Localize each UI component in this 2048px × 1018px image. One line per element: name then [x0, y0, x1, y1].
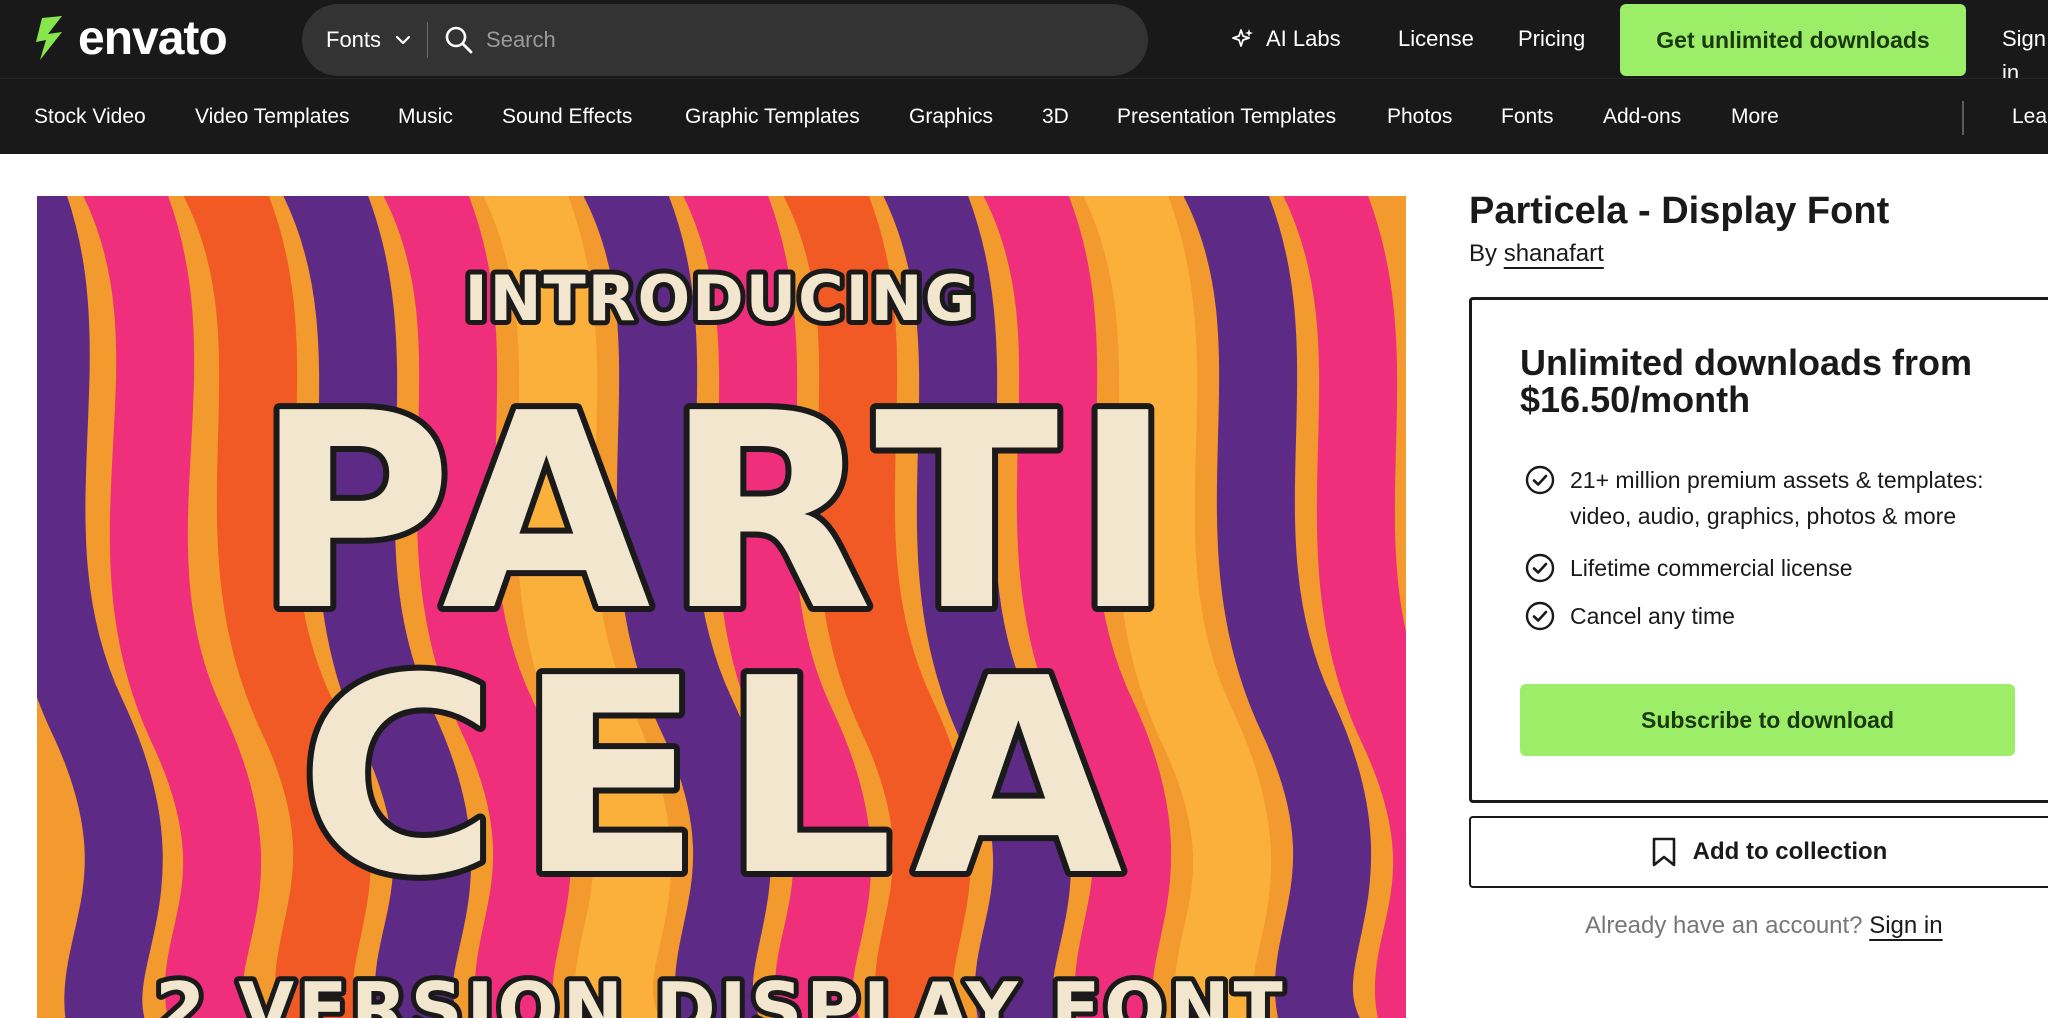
bookmark-icon: [1652, 837, 1675, 867]
account-prompt: Already have an account? Sign in: [1585, 912, 1943, 940]
license-link[interactable]: License: [1398, 22, 1474, 56]
chevron-down-icon: [395, 35, 411, 45]
nav-divider: [1962, 101, 1964, 135]
product-byline: By shanafart: [1469, 240, 1604, 268]
preview-text-subtitle: 2 VERSION DISPLAY FONT: [155, 967, 1287, 1018]
check-circle-icon: [1525, 601, 1555, 631]
nav-item-graphic-templates[interactable]: Graphic Templates: [685, 102, 860, 132]
product-preview-image[interactable]: INTRODUCING PARTI CELA 2 VERSION DISPLAY…: [37, 196, 1406, 1018]
check-circle-icon: [1525, 465, 1555, 495]
by-label: By: [1469, 240, 1498, 267]
preview-artwork: INTRODUCING PARTI CELA 2 VERSION DISPLAY…: [37, 196, 1406, 1018]
top-header: envato Fonts AI Labs License Pricing Get…: [0, 0, 2048, 85]
feature-item: Cancel any time: [1524, 598, 2024, 634]
subscription-heading: Unlimited downloads from $16.50/month: [1520, 342, 1973, 420]
nav-item-learn[interactable]: Learn: [2012, 102, 2048, 132]
nav-item-sound-effects[interactable]: Sound Effects: [502, 102, 632, 132]
nav-item-fonts[interactable]: Fonts: [1501, 102, 1554, 132]
feature-text: 21+ million premium assets & templates: …: [1570, 467, 1984, 529]
account-prompt-text: Already have an account?: [1585, 912, 1863, 939]
nav-item-3d[interactable]: 3D: [1042, 102, 1069, 132]
search-input[interactable]: [486, 27, 1127, 53]
logo-wordmark: envato: [78, 12, 228, 65]
search-icon[interactable]: [444, 25, 474, 55]
pricing-link[interactable]: Pricing: [1518, 22, 1585, 56]
category-nav: Stock Video Video Templates Music Sound …: [0, 78, 2048, 154]
search-bar: Fonts: [302, 4, 1148, 76]
author-link[interactable]: shanafart: [1504, 240, 1604, 267]
nav-item-more[interactable]: More: [1731, 102, 1779, 132]
sparkle-icon: [1232, 29, 1253, 47]
preview-text-introducing: INTRODUCING: [465, 262, 978, 335]
add-to-collection-label: Add to collection: [1692, 838, 1888, 865]
envato-logo[interactable]: envato: [32, 12, 228, 65]
search-category-label: Fonts: [326, 27, 382, 52]
feature-item: 21+ million premium assets & templates: …: [1524, 462, 2024, 534]
feature-text: Lifetime commercial license: [1570, 555, 1853, 581]
subscription-card: Unlimited downloads from $16.50/month 21…: [1469, 297, 2048, 803]
feature-text: Cancel any time: [1570, 603, 1735, 629]
nav-item-photos[interactable]: Photos: [1387, 102, 1452, 132]
envato-leaf-icon: [36, 16, 62, 60]
check-circle-icon: [1525, 553, 1555, 583]
nav-item-add-ons[interactable]: Add-ons: [1603, 102, 1681, 132]
nav-item-video-templates[interactable]: Video Templates: [195, 102, 350, 132]
ai-labs-label: AI Labs: [1266, 26, 1341, 51]
preview-text-cela: CELA: [299, 620, 1143, 935]
search-divider: [427, 22, 429, 58]
sign-in-link-secondary[interactable]: Sign in: [1869, 912, 1942, 939]
nav-item-graphics[interactable]: Graphics: [909, 102, 993, 132]
ai-labs-link[interactable]: AI Labs: [1232, 22, 1341, 56]
nav-item-stock-video[interactable]: Stock Video: [34, 102, 146, 132]
nav-item-music[interactable]: Music: [398, 102, 453, 132]
nav-item-presentation-templates[interactable]: Presentation Templates: [1117, 102, 1336, 132]
search-category-select[interactable]: Fonts: [302, 4, 427, 76]
get-unlimited-downloads-button[interactable]: Get unlimited downloads: [1620, 4, 1966, 76]
product-title: Particela - Display Font: [1469, 190, 1890, 232]
feature-item: Lifetime commercial license: [1524, 550, 2024, 586]
add-to-collection-button[interactable]: Add to collection: [1469, 816, 2048, 888]
subscribe-to-download-button[interactable]: Subscribe to download: [1520, 684, 2015, 756]
